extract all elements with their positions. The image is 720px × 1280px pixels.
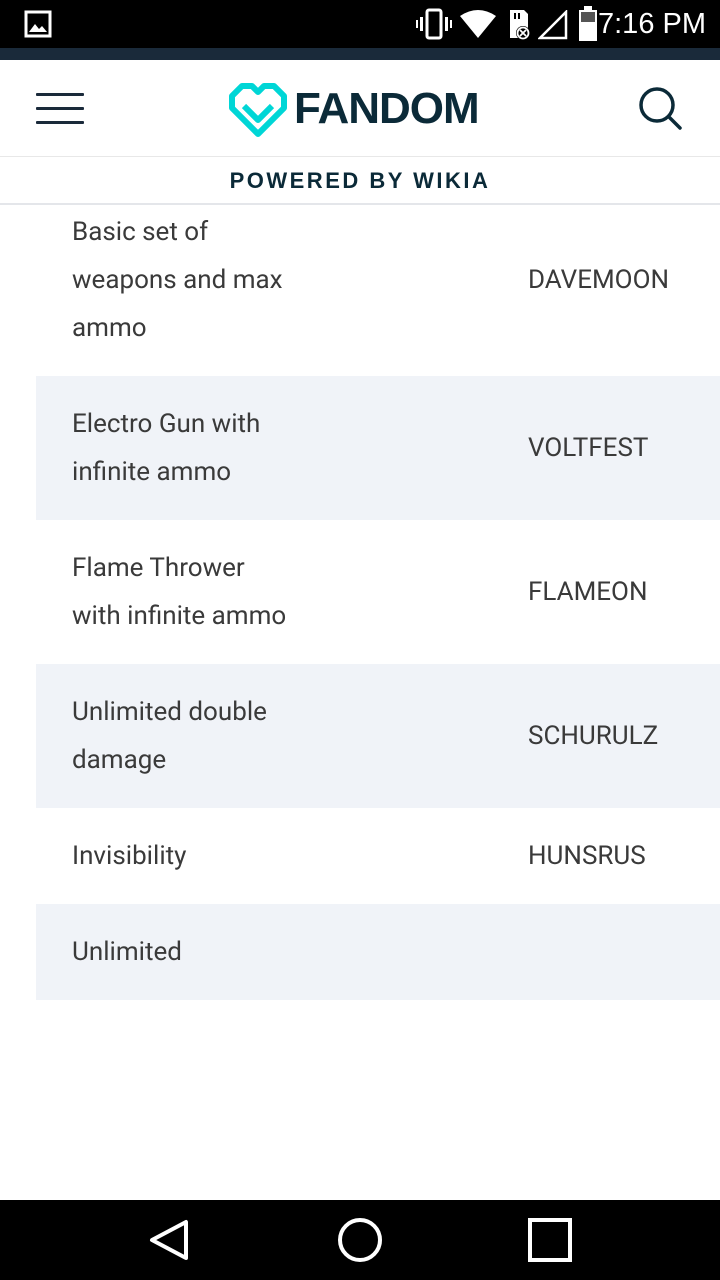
accent-strip [0,48,720,60]
image-icon [24,10,52,38]
code-cell: FLAMEON [528,577,648,607]
code-cell: DAVEMOON [528,265,670,295]
article-content[interactable]: Basic set of weapons and max ammo DAVEMO… [0,204,720,1200]
cheats-table: Basic set of weapons and max ammo DAVEMO… [36,204,720,1000]
wifi-icon [460,10,496,38]
status-time: 7:16 PM [598,8,706,40]
fandom-logo[interactable]: FANDOM [228,82,498,138]
effect-cell: Basic set of weapons and max ammo [72,217,283,343]
status-bar: 7:16 PM [0,0,720,48]
table-row: Unlimited [36,904,720,1000]
powered-by-text: POWERED BY WIKIA [229,168,491,193]
code-cell: SCHURULZ [528,721,659,751]
sd-card-icon [510,10,530,40]
signal-icon [538,10,568,40]
effect-cell: Electro Gun with infinite ammo [72,409,261,487]
logo-text: FANDOM [294,84,480,133]
code-cell: HUNSRUS [528,841,646,871]
battery-icon [579,6,597,41]
code-cell: VOLTFEST [528,433,649,463]
menu-button[interactable] [36,90,84,126]
powered-by-banner: POWERED BY WIKIA [0,157,720,205]
effect-cell: Unlimited [72,937,182,967]
fandom-heart-icon [229,83,287,137]
table-row: Unlimited double damage SCHURULZ [36,664,720,808]
recents-button[interactable] [524,1214,576,1266]
recents-icon [528,1218,572,1262]
table-row: Invisibility HUNSRUS [36,808,720,904]
search-icon [639,87,682,130]
vibrate-icon [416,8,452,40]
home-icon [338,1218,382,1262]
effect-cell: Invisibility [72,841,187,871]
navigation-bar [0,1200,720,1280]
effect-cell: Unlimited double damage [72,697,267,775]
search-button[interactable] [636,84,684,132]
menu-icon [36,93,84,96]
table-row: Electro Gun with infinite ammo VOLTFEST [36,376,720,520]
table-row: Flame Thrower with infinite ammo FLAMEON [36,520,720,664]
back-icon [150,1220,188,1260]
effect-cell: Flame Thrower with infinite ammo [72,553,287,631]
table-row: Basic set of weapons and max ammo DAVEMO… [36,204,720,376]
home-button[interactable] [334,1214,386,1266]
back-button[interactable] [144,1214,196,1266]
site-header: FANDOM [0,60,720,157]
